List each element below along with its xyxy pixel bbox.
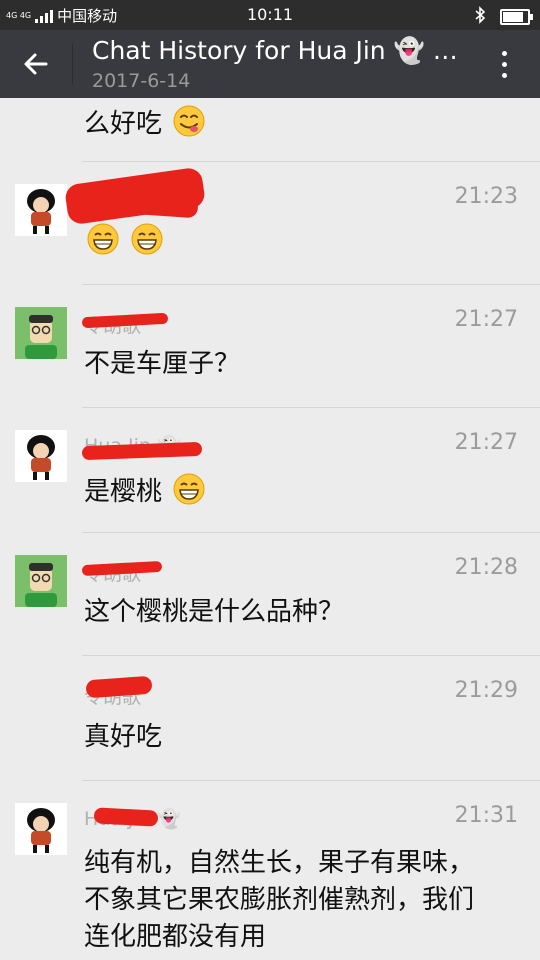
message-time: 21:28	[454, 555, 518, 580]
yum-emoji-icon	[173, 105, 205, 137]
message-text: 这个樱桃是什么品种？	[84, 597, 345, 627]
grin-emoji-icon	[173, 473, 205, 505]
grin-emoji-icon	[131, 223, 163, 255]
status-right	[474, 6, 533, 27]
message-text: 纯有机，自然生长，果子有果味，不象其它果农膨胀剂催熟剂，我们连化肥都没有用	[84, 848, 475, 952]
more-vertical-icon	[501, 50, 507, 56]
redaction-mark	[85, 675, 153, 699]
avatar[interactable]	[15, 184, 67, 236]
avatar[interactable]	[15, 555, 67, 607]
list-item[interactable]: 21:23	[0, 162, 540, 284]
message-text: 是樱桃	[84, 477, 163, 507]
message-time: 21:27	[454, 430, 518, 455]
list-item[interactable]: Hua Jin 👻 21:27 是樱桃	[0, 408, 540, 532]
redaction-mark	[93, 807, 159, 827]
message-time: 21:29	[454, 678, 518, 703]
avatar[interactable]	[15, 430, 67, 482]
message-text: 么好吃	[84, 109, 163, 139]
list-item[interactable]: 令胡歌 21:27 不是车厘子？	[0, 285, 540, 407]
list-item[interactable]: Hua Jin 👻 21:31 纯有机，自然生长，果子有果味，不象其它果农膨胀剂…	[0, 781, 540, 960]
avatar[interactable]	[15, 307, 67, 359]
more-options-button[interactable]	[484, 46, 524, 82]
page-title: Chat History for Hua Jin 👻 an...	[92, 36, 472, 65]
list-item: 么好吃	[0, 98, 540, 160]
page-subtitle-date: 2017-6-14	[92, 70, 191, 92]
app-bar-divider	[72, 44, 73, 84]
avatar[interactable]	[15, 803, 67, 855]
app-bar: Chat History for Hua Jin 👻 an... 2017-6-…	[0, 30, 540, 98]
message-time: 21:31	[454, 803, 518, 828]
message-time: 21:27	[454, 307, 518, 332]
message-time: 21:23	[454, 184, 518, 209]
status-time: 10:11	[246, 5, 294, 24]
battery-icon	[500, 8, 533, 25]
grin-emoji-icon	[87, 223, 119, 255]
redaction-mark	[81, 441, 203, 461]
battery-level	[503, 11, 523, 22]
bluetooth-icon	[474, 6, 486, 27]
back-arrow-icon	[24, 53, 48, 75]
message-text: 真好吃	[84, 722, 163, 752]
chat-history-list[interactable]: 么好吃 21:23 21:27 不是车厘子？ 21:27 是樱桃 21:28 这…	[0, 98, 540, 960]
status-bar: 4G 4G 中国移动 10:11	[0, 0, 540, 30]
list-item[interactable]: 令胡歌 21:28 这个樱桃是什么品种？	[0, 533, 540, 655]
message-text: 不是车厘子？	[84, 349, 241, 379]
list-item[interactable]: 令胡歌 21:29 真好吃	[0, 656, 540, 780]
back-button[interactable]	[14, 42, 58, 86]
